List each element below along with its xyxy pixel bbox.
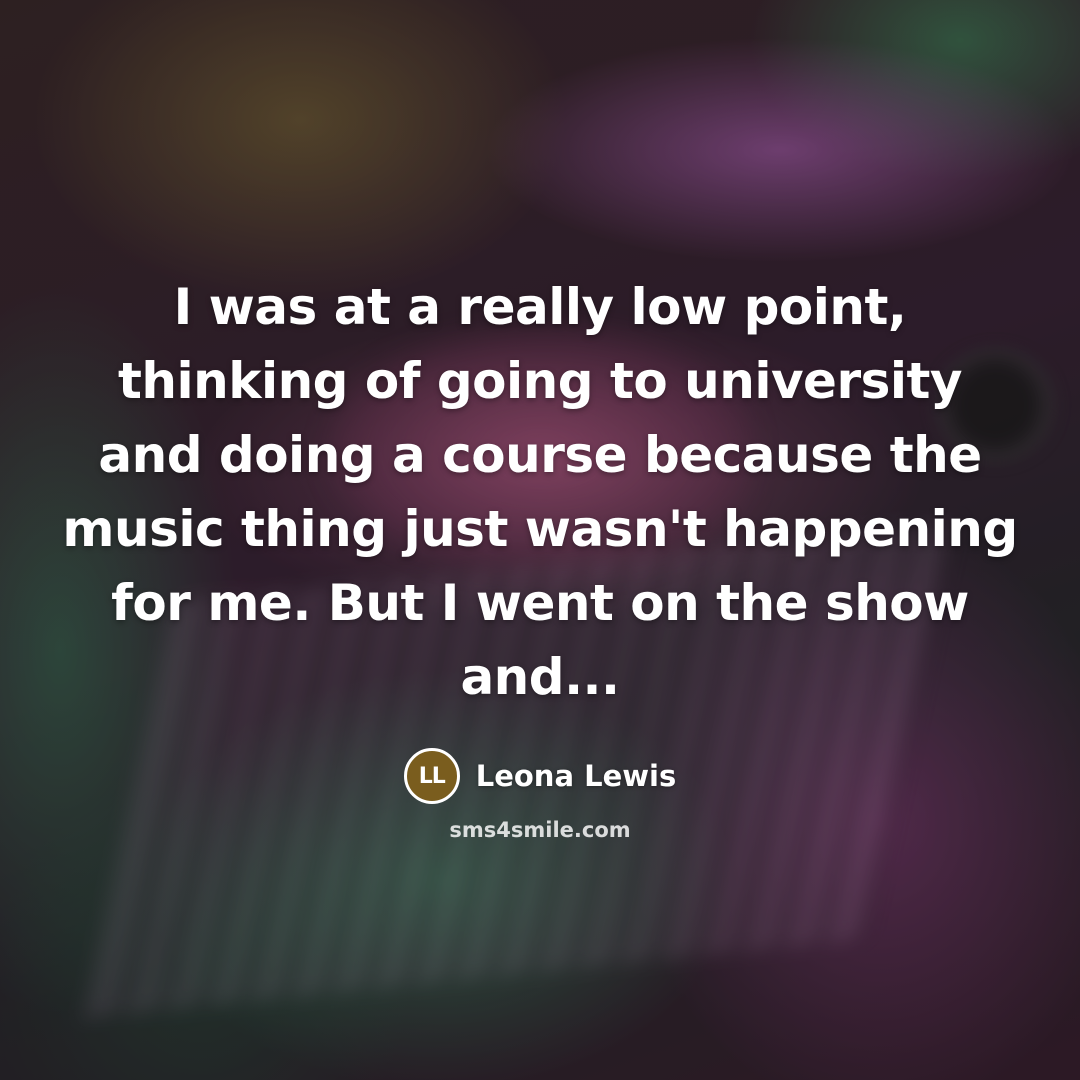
author-name: Leona Lewis: [475, 759, 677, 793]
author-initials-badge: LL: [403, 748, 460, 804]
quote-card: I was at a really low point, thinking of…: [0, 0, 1080, 1080]
quote-text: I was at a really low point, thinking of…: [62, 278, 1018, 706]
site-watermark: sms4smile.com: [449, 818, 631, 842]
author-row: LL Leona Lewis: [0, 748, 1080, 804]
